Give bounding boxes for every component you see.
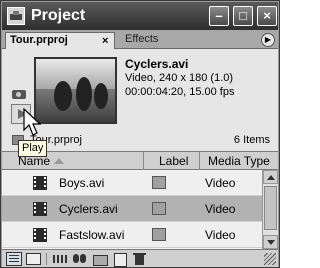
film-icon [33,176,47,190]
clip-thumbnail[interactable] [34,57,117,124]
sort-ascending-icon[interactable] [54,158,64,164]
find-icon[interactable] [72,252,88,266]
camera-icon[interactable] [12,87,26,99]
panel-menu-icon[interactable]: ▶ [261,33,275,47]
preview-area: Cyclers.avi Video, 240 x 180 (1.0) 00:00… [2,49,278,141]
label-color-swatch[interactable] [152,202,166,215]
column-divider[interactable] [143,152,144,170]
mouse-cursor-icon [23,108,42,136]
clip-name-cell: Boys.avi [59,176,105,190]
automate-to-sequence-icon[interactable] [52,252,68,266]
clip-list: Boys.avi Video Cyclers.avi Video Fastslo… [2,170,262,249]
resize-grip-icon[interactable] [264,253,276,265]
media-type-cell: Video [205,202,236,216]
clip-info: Video, 240 x 180 (1.0) 00:00:04:20, 15.0… [125,71,234,99]
list-item[interactable]: Cyclers.avi Video [2,196,262,222]
column-divider[interactable] [199,152,200,170]
panel-tabs: Tour.prproj × Effects ▶ [2,30,278,49]
project-window: Project – □ × Tour.prproj × Effects ▶ Cy… [0,0,280,268]
new-bin-icon[interactable] [92,252,108,266]
scroll-up-icon[interactable] [263,170,278,184]
thumbnail-rider [94,83,108,109]
list-item[interactable]: Boys.avi Video [2,170,262,196]
media-type-cell: Video [205,176,236,190]
label-color-swatch[interactable] [152,176,166,189]
clip-name-cell: Cyclers.avi [59,202,118,216]
close-button[interactable]: × [257,6,277,26]
label-color-swatch[interactable] [152,228,166,241]
tab-project-label: Tour.prproj [10,34,68,46]
tab-effects[interactable]: Effects [119,32,164,49]
vertical-scrollbar[interactable] [262,170,278,249]
play-tooltip: Play [18,140,48,157]
clip-info-video: Video, 240 x 180 (1.0) [125,72,234,84]
window-title: Project [31,7,86,24]
clip-name-cell: Fastslow.avi [59,228,125,242]
thumbnail-rider [76,77,92,111]
list-view-icon[interactable] [6,252,22,266]
tab-close-icon[interactable]: × [102,35,108,47]
media-type-cell: Video [205,228,236,242]
scroll-down-icon[interactable] [263,235,278,249]
scroll-thumb[interactable] [264,186,277,230]
tab-project[interactable]: Tour.prproj × [5,32,115,49]
film-icon [33,228,47,242]
toolbar-divider [46,253,47,265]
column-header-label[interactable]: Label [159,154,188,168]
thumbnail-rider [54,81,72,111]
clip-info-duration: 00:00:04:20, 15.00 fps [125,86,235,98]
item-count: 6 Items [233,134,270,146]
title-bar[interactable]: Project – □ × [2,2,278,30]
column-header-media-type[interactable]: Media Type [208,154,270,168]
film-icon [33,202,47,216]
list-item[interactable]: Fastslow.avi Video [2,222,262,248]
bottom-toolbar [2,249,278,267]
icon-view-icon[interactable] [25,252,41,266]
new-item-icon[interactable] [112,252,128,267]
clip-name: Cyclers.avi [125,57,189,71]
project-window-icon [7,7,25,25]
trash-icon[interactable] [132,252,148,266]
minimize-button[interactable]: – [209,6,229,26]
maximize-button[interactable]: □ [233,6,253,26]
